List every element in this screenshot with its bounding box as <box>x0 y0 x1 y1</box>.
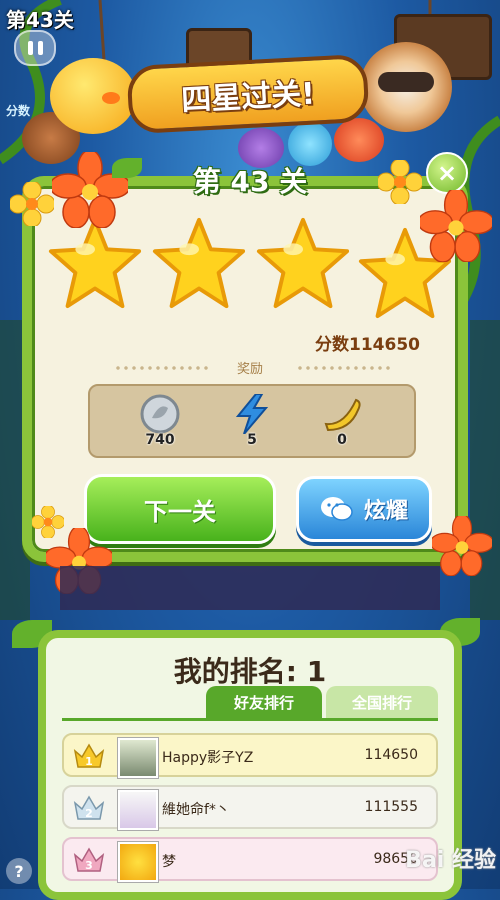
reward-box: 740 5 0 <box>88 384 416 458</box>
reward-coins: 740 <box>130 392 190 450</box>
silver-coin-icon <box>140 394 180 434</box>
gold-crown-icon: 1 <box>73 743 105 768</box>
board-strip <box>60 566 440 610</box>
fox-character <box>334 118 384 162</box>
svg-text:1: 1 <box>85 755 93 768</box>
leaf-decoration <box>112 158 142 178</box>
reward-banana: 0 <box>312 392 372 450</box>
chick-character <box>50 58 136 134</box>
star-rating <box>46 214 456 324</box>
score-text: 分数114650 <box>315 335 420 355</box>
pause-icon <box>27 41 33 55</box>
ranking-row[interactable]: 2 維她命f*丶 111555 <box>62 785 438 830</box>
pause-button[interactable] <box>14 30 56 66</box>
share-button[interactable]: 炫耀 <box>296 476 432 542</box>
watermark: Bai 经验 <box>405 848 496 873</box>
flower-decoration <box>420 190 492 262</box>
divider <box>296 366 392 370</box>
help-button[interactable]: ? <box>6 858 32 884</box>
wechat-icon <box>320 497 353 521</box>
tab-national-ranking[interactable]: 全国排行 <box>326 686 438 718</box>
lightning-icon <box>235 394 269 434</box>
ranking-list: 1 Happy影子YZ 114650 2 維她命f*丶 111555 3 梦 9… <box>62 718 438 882</box>
four-star-banner: 四星过关! <box>126 53 370 135</box>
my-rank-title: 我的排名: 1 <box>173 655 327 688</box>
avatar <box>118 842 158 882</box>
player-name: 梦 <box>162 854 176 870</box>
raccoon-character <box>360 42 452 132</box>
player-name: Happy影子YZ <box>162 750 254 766</box>
star-icon <box>152 217 246 309</box>
banana-icon <box>324 398 361 432</box>
reward-title: 奖励 <box>236 362 263 377</box>
svg-text:3: 3 <box>85 859 93 872</box>
silver-crown-icon: 2 <box>73 795 105 820</box>
flower-decoration <box>378 160 422 204</box>
close-button[interactable]: × <box>426 152 468 194</box>
ranking-row[interactable]: 3 梦 98650 <box>62 837 438 882</box>
flower-decoration <box>32 506 64 538</box>
flower-decoration <box>10 182 54 226</box>
player-score: 111555 <box>364 799 418 815</box>
tab-friends-ranking[interactable]: 好友排行 <box>206 686 322 718</box>
hud-score-label: 分数 <box>6 104 31 118</box>
bronze-crown-icon: 3 <box>73 847 105 872</box>
flower-decoration <box>432 516 492 576</box>
reward-lightning: 5 <box>222 392 282 450</box>
player-score: 114650 <box>364 747 418 763</box>
level-indicator: 第43关 <box>6 8 74 32</box>
svg-text:2: 2 <box>85 807 93 820</box>
avatar <box>118 738 158 778</box>
share-button-label: 炫耀 <box>363 499 408 524</box>
star-icon <box>256 217 350 309</box>
player-name: 維她命f*丶 <box>162 802 230 818</box>
next-level-button[interactable]: 下一关 <box>84 474 276 544</box>
star-icon <box>48 217 142 309</box>
avatar <box>118 790 158 830</box>
ranking-row[interactable]: 1 Happy影子YZ 114650 <box>62 733 438 778</box>
